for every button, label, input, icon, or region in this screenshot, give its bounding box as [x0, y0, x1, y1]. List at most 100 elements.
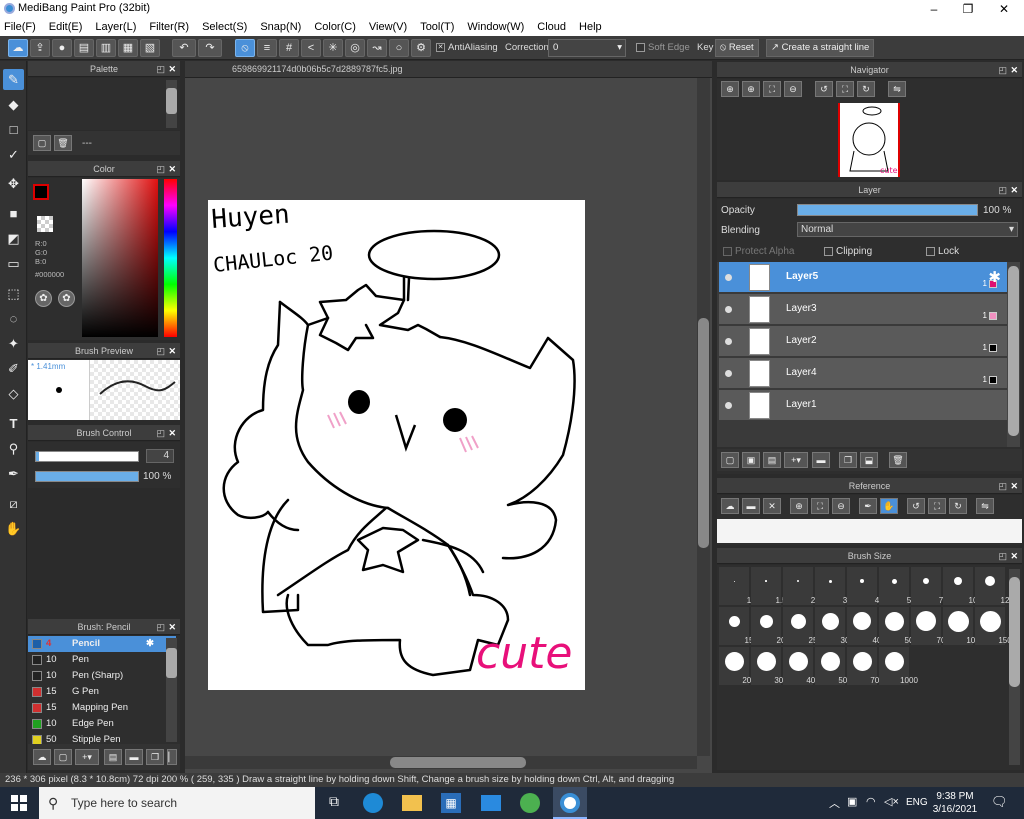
brush-item[interactable]: 15 G Pen [28, 684, 176, 700]
hand-tool-icon[interactable]: ✋ [3, 518, 24, 539]
flip-icon[interactable]: ⇋ [976, 498, 994, 514]
close-icon[interactable]: ✕ [168, 161, 176, 177]
undo-icon[interactable]: ↶ [172, 39, 196, 57]
brush-size-option[interactable]: 150 [975, 607, 1012, 645]
color-wheel-icon[interactable]: ✿ [35, 290, 52, 307]
language-indicator[interactable]: ENG [906, 797, 928, 808]
soft-edge-toggle[interactable]: Soft Edge [636, 42, 690, 53]
cloud-save-icon[interactable]: ☁ [8, 39, 28, 57]
rotate-left-icon[interactable]: ↺ [907, 498, 925, 514]
close-icon[interactable]: ✕ [1010, 478, 1018, 494]
popout-icon[interactable]: ◰ [156, 425, 165, 441]
layer-row[interactable]: Layer5 1 ✱ [719, 262, 1007, 293]
scroll-thumb[interactable] [166, 88, 177, 114]
grid-icon[interactable]: ▦ [118, 39, 138, 57]
redo-icon[interactable]: ↷ [198, 39, 222, 57]
layer-row[interactable]: Layer1 [719, 390, 1007, 421]
new-layer-icon[interactable]: ▢ [721, 452, 739, 468]
eyedropper-tool-icon[interactable]: ✒ [3, 463, 24, 484]
fill-rect-tool-icon[interactable]: ■ [3, 203, 24, 224]
duplicate-icon[interactable]: ❐ [146, 749, 164, 765]
new-layer-8bit-icon[interactable]: ▤ [763, 452, 781, 468]
scroll-thumb[interactable] [698, 318, 709, 548]
flip-icon[interactable]: ⇋ [888, 81, 906, 97]
new-palette-icon[interactable]: ▢ [33, 135, 51, 151]
layer-row[interactable]: Layer2 1 [719, 326, 1007, 357]
brush-size-option[interactable]: 5 [879, 567, 911, 605]
comment-icon[interactable]: ● [52, 39, 72, 57]
select-eraser-tool-icon[interactable]: ◇ [3, 383, 24, 404]
document-tab[interactable]: 659869921174d0b06b5c7d2889787fc5.jpg [185, 61, 712, 78]
brush-size-option[interactable]: 15 [719, 607, 753, 645]
close-icon[interactable]: ✕ [763, 498, 781, 514]
brush-item[interactable]: 50 Stipple Pen [28, 732, 176, 744]
duplicate-layer-icon[interactable]: ❐ [839, 452, 857, 468]
brush-size-option[interactable]: 300 [751, 647, 788, 685]
brush-size-option[interactable]: 200 [719, 647, 756, 685]
hand-icon[interactable]: ✋ [880, 498, 898, 514]
layer-scrollbar[interactable] [1007, 262, 1020, 447]
menu-color[interactable]: Color(C) [314, 21, 356, 33]
scroll-handle-icon[interactable]: ▏ [167, 749, 177, 765]
lock-toggle[interactable]: Lock [926, 246, 959, 257]
palette-scrollbar[interactable] [166, 80, 177, 128]
brush-size-option[interactable]: 25 [783, 607, 817, 645]
task-view-icon[interactable]: ⧉ [324, 793, 344, 813]
volume-icon[interactable]: ◁× [884, 795, 899, 808]
close-icon[interactable]: ✕ [168, 425, 176, 441]
popout-icon[interactable]: ◰ [156, 343, 165, 359]
scroll-thumb[interactable] [390, 757, 526, 768]
snap-perspective-icon[interactable]: < [301, 39, 321, 57]
zoom-actual-icon[interactable]: ⊕ [742, 81, 760, 97]
brush-settings-icon[interactable]: ▤ [104, 749, 122, 765]
medibang-taskbar-button[interactable] [553, 787, 587, 819]
line-tool-icon[interactable]: ✓ [3, 144, 24, 165]
blending-select[interactable]: Normal ▾ [797, 222, 1018, 237]
saturation-value-picker[interactable] [82, 179, 158, 337]
brush-size-option[interactable]: 4 [847, 567, 879, 605]
material-icon[interactable]: ▧ [140, 39, 160, 57]
brush-size-slider[interactable] [35, 451, 139, 462]
brush-size-option[interactable]: 1000 [879, 647, 918, 685]
brush-opacity-slider[interactable] [35, 471, 139, 482]
folder-icon[interactable]: ▬ [125, 749, 143, 765]
lasso-tool-icon[interactable]: ◌ [3, 308, 24, 329]
visibility-icon[interactable] [725, 402, 732, 409]
menu-layer[interactable]: Layer(L) [95, 21, 136, 33]
rotate-right-icon[interactable]: ↻ [857, 81, 875, 97]
folder-icon[interactable]: ▬ [812, 452, 830, 468]
menu-select[interactable]: Select(S) [202, 21, 247, 33]
brush-size-option[interactable]: 70 [911, 607, 945, 645]
popout-icon[interactable]: ◰ [998, 478, 1007, 494]
snap-curve-icon[interactable]: ↝ [367, 39, 387, 57]
protect-alpha-toggle[interactable]: Protect Alpha [723, 246, 794, 257]
zoom-out-icon[interactable]: ⊖ [784, 81, 802, 97]
fit-screen-icon[interactable]: ⛶ [763, 81, 781, 97]
menu-view[interactable]: View(V) [369, 21, 407, 33]
brush-size-option[interactable]: 700 [847, 647, 884, 685]
drawing-canvas[interactable]: Huyen CHAULoc 20 cute [208, 200, 585, 690]
close-icon[interactable]: ✕ [1010, 62, 1018, 78]
close-icon[interactable]: ✕ [168, 61, 176, 77]
popout-icon[interactable]: ◰ [156, 61, 165, 77]
rotate-reset-icon[interactable]: ⛶ [928, 498, 946, 514]
layer-opacity-slider[interactable] [797, 204, 978, 216]
transparent-swatch[interactable] [37, 216, 53, 232]
popout-icon[interactable]: ◰ [156, 161, 165, 177]
new-brush-icon[interactable]: ▢ [54, 749, 72, 765]
brush-tool-icon[interactable]: ✎ [3, 69, 24, 90]
snap-off-icon[interactable]: ⦸ [235, 39, 255, 57]
gear-icon[interactable]: ✱ [146, 636, 154, 652]
bucket-tool-icon[interactable]: ◩ [3, 228, 24, 249]
menu-window[interactable]: Window(W) [467, 21, 524, 33]
snap-circle-icon[interactable]: ○ [389, 39, 409, 57]
brush-size-option[interactable]: 12 [975, 567, 1009, 605]
snap-radial-icon[interactable]: ✳ [323, 39, 343, 57]
antialiasing-toggle[interactable]: ✕ AntiAliasing [436, 42, 498, 53]
brush-size-option[interactable]: 20 [751, 607, 785, 645]
menu-cloud[interactable]: Cloud [537, 21, 566, 33]
close-icon[interactable]: ✕ [1010, 182, 1018, 198]
brush-size-option[interactable]: 1.5 [751, 567, 787, 605]
brush-size-option[interactable]: 30 [815, 607, 849, 645]
close-icon[interactable]: ✕ [168, 343, 176, 359]
